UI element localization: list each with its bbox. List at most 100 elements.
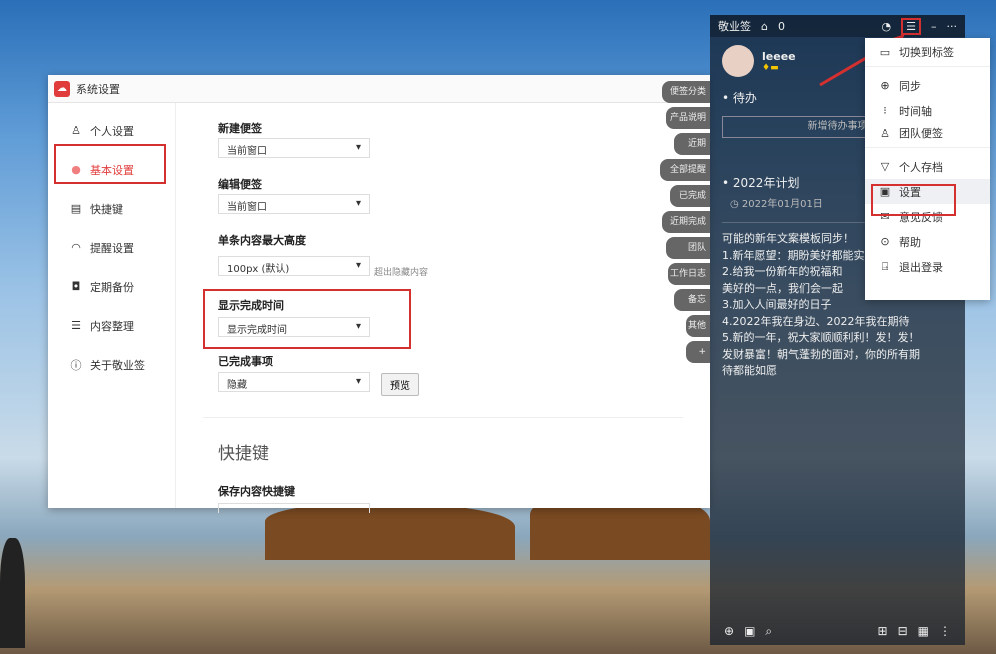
side-tab[interactable]: 近期完成 [662,211,710,233]
grid-icon[interactable]: ⊞ [878,624,888,639]
sidebar-label: 个人设置 [90,124,134,138]
app-name: 敬业签 [718,20,751,33]
menu-item-sync[interactable]: ⊕ 同步 [865,73,990,98]
select-value: 隐藏 [227,380,247,391]
menu-item-timeline[interactable]: ⁝ 时间轴 [865,98,990,123]
minimize-icon[interactable]: – [931,20,937,33]
menu-label: 团队便签 [899,127,943,140]
sidebar-item-about[interactable]: ⓘ 关于敬业签 [48,345,175,384]
dropdown-menu: ▭ 切换到标签 ⊕ 同步 ⁝ 时间轴 ♙ 团队便签 ▽ 个人存档 ▣ 设置 ✉ 意见反馈 ⊙ 帮助 ⍈ 退出登录 [865,38,990,300]
side-tab[interactable]: 全部提醒 [660,159,710,181]
team-icon: ♙ [880,126,890,140]
user-icon: ♙ [71,124,81,137]
menu-item-team[interactable]: ♙ 团队便签 [865,123,990,148]
help-icon: ⊙ [880,235,890,248]
preview-button[interactable]: 预览 [381,373,419,396]
sidebar-label: 关于敬业签 [90,358,145,372]
keyboard-icon: ▤ [70,202,82,215]
sort-icon[interactable]: ⊟ [898,624,908,639]
sidebar-label: 提醒设置 [90,241,134,255]
notification-icon[interactable]: ⌂ [761,20,768,33]
shortcut-input[interactable] [218,503,370,513]
sync-icon: ⊕ [880,79,890,92]
field-label: 单条内容最大高度 [218,234,306,247]
menu-item-tag[interactable]: ▭ 切换到标签 [865,42,990,67]
side-tab[interactable]: + [686,341,710,363]
sidebar-label: 内容整理 [90,319,134,333]
max-height-select[interactable]: 100px (默认) ▾ [218,256,370,276]
hint-text: 超出隐藏内容 [374,268,429,278]
chevron-down-icon: ▾ [355,376,361,387]
side-tabs: 便签分类产品说明近期全部提醒已完成近期完成团队工作日志备忘其他 + [660,81,710,367]
settings-window: ☁ 系统设置 ♙ 个人设置 ● 基本设置 ▤ 快捷键 ◠ 提醒设置 ◘ 定期备份 ☰ 内容整理… [48,75,710,513]
bell-icon: ◠ [71,241,81,254]
category-label: 待办 [732,91,757,105]
edit-note-select[interactable]: 当前窗口 ▾ [218,194,370,214]
runner-silhouette [0,538,25,648]
tag-icon: ▭ [879,45,891,59]
note-date: 2022年01月01日 [741,199,823,210]
sidebar-item-content[interactable]: ☰ 内容整理 [48,306,175,345]
side-tab[interactable]: 团队 [666,237,710,259]
sidebar-item-reminder[interactable]: ◠ 提醒设置 [48,228,175,267]
avatar[interactable] [722,45,754,77]
chevron-down-icon: ▾ [355,198,361,209]
side-tab[interactable]: 工作日志 [668,263,710,285]
side-tab[interactable]: 便签分类 [662,81,710,103]
vip-badge-icon: ♦▬ [762,62,779,73]
completed-items-select[interactable]: 隐藏 ▾ [218,372,370,392]
menu-item-help[interactable]: ⊙ 帮助 [865,229,990,254]
menu-label: 帮助 [899,235,921,249]
menu-label: 切换到标签 [899,46,954,59]
sidebar-item-shortcuts[interactable]: ▤ 快捷键 [48,189,175,228]
menu-label: 同步 [899,79,921,93]
list-icon: ☰ [71,319,81,332]
section-title: 快捷键 [218,444,269,464]
window-title: 系统设置 [76,82,120,96]
sidebar-label: 定期备份 [90,280,134,294]
select-value: 当前窗口 [227,202,267,213]
timeline-icon: ⁝ [883,104,887,117]
side-tab[interactable]: 备忘 [674,289,710,311]
side-tab[interactable]: 已完成 [670,185,710,207]
menu-label: 时间轴 [899,104,932,118]
title-bar: ☁ 系统设置 [48,75,710,103]
side-tab[interactable]: 近期 [674,133,710,155]
chevron-down-icon: ▾ [355,142,361,153]
menu-item-logout[interactable]: ⍈ 退出登录 [865,254,990,279]
field-label: 编辑便签 [218,178,262,191]
app-logo-icon: ☁ [54,80,70,97]
select-value: 当前窗口 [227,146,267,157]
field-label: 新建便签 [218,122,262,135]
info-icon: ⓘ [70,358,82,372]
side-tab[interactable]: 产品说明 [666,107,710,129]
search-icon[interactable]: ⌕ [765,624,772,639]
logout-icon: ⍈ [881,259,889,273]
menu-item-archive[interactable]: ▽ 个人存档 [865,154,990,179]
calendar-icon[interactable]: ▣ [744,624,755,639]
highlight-box [871,184,956,216]
notification-count: 0 [777,19,785,33]
select-value: 100px (默认) [227,264,290,275]
chevron-down-icon: ▾ [355,260,361,271]
field-label: 已完成事项 [218,355,273,368]
highlight-box [54,144,166,184]
menu-label: 个人存档 [899,160,943,174]
side-tab[interactable]: 其他 [686,315,710,337]
backup-icon: ◘ [71,280,81,293]
archive-icon: ▽ [880,160,890,173]
placeholder: 新增待办事项 [807,121,868,132]
sidebar-label: 快捷键 [90,202,123,216]
highlight-box [203,289,411,349]
more-icon[interactable]: ⋮ [939,624,951,639]
divider [203,417,683,418]
rock-arch [265,505,515,560]
note-title: 2022年计划 [732,176,800,190]
more-icon[interactable]: ··· [947,20,958,33]
field-label: 保存内容快捷键 [218,485,295,498]
layout-icon[interactable]: ▦ [918,624,929,639]
sidebar-item-backup[interactable]: ◘ 定期备份 [48,267,175,306]
add-icon[interactable]: ⊕ [724,624,734,639]
new-note-select[interactable]: 当前窗口 ▾ [218,138,370,158]
username: leeee [762,49,796,63]
